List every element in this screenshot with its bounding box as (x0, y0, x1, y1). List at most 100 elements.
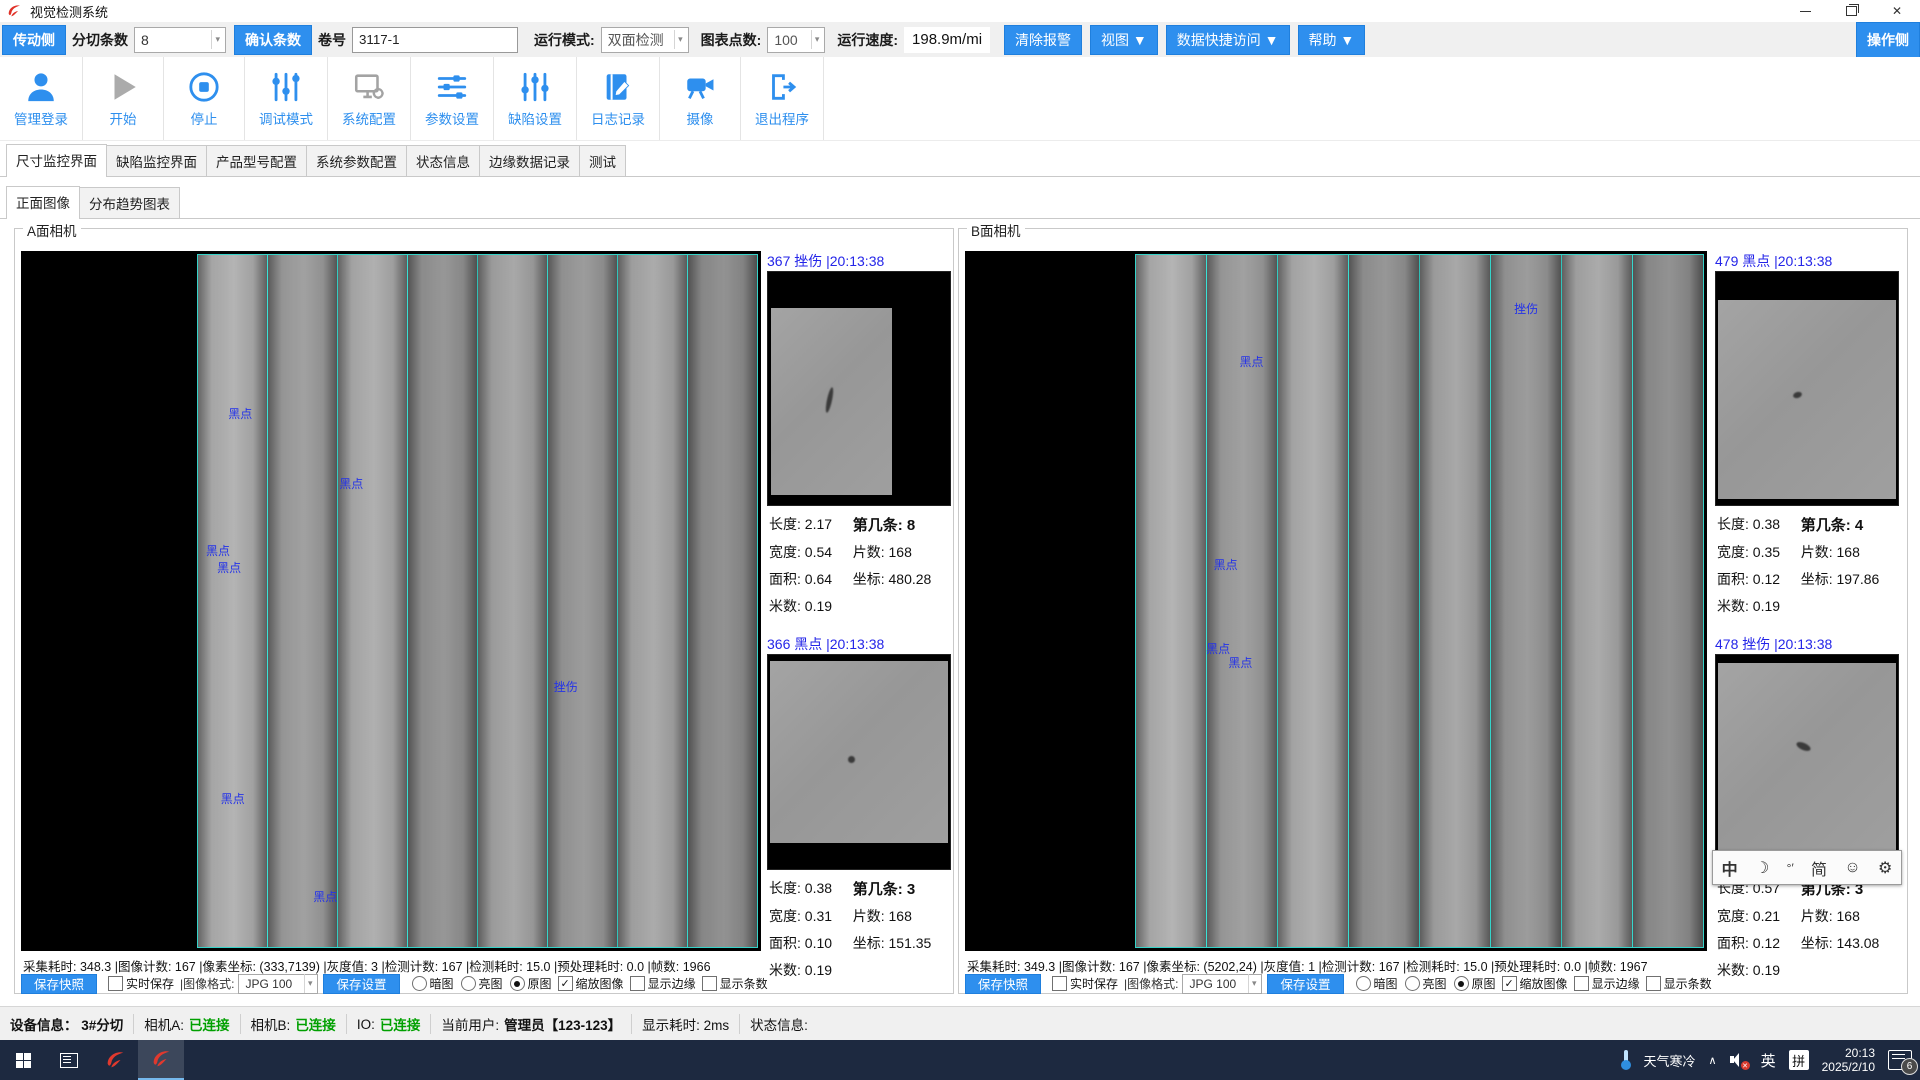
original-image-radio[interactable] (1454, 976, 1469, 991)
defect-settings-button[interactable]: 缺陷设置 (494, 57, 577, 140)
run-mode-dropdown[interactable]: 双面检测▾ (601, 27, 689, 53)
start-button[interactable] (0, 1040, 46, 1080)
weather-thermometer-icon[interactable] (1621, 1050, 1631, 1070)
debug-mode-button[interactable]: 调试模式 (245, 57, 328, 140)
roll-number-input[interactable] (352, 27, 518, 53)
maximize-button[interactable] (1828, 0, 1874, 22)
close-button[interactable]: ✕ (1874, 0, 1920, 22)
image-format-dropdown[interactable]: JPG 100▾ (238, 974, 318, 994)
stop-button[interactable]: 停止 (164, 57, 245, 140)
clear-alarm-button[interactable]: 清除报警 (1004, 25, 1082, 55)
realtime-save-checkbox[interactable] (1052, 976, 1067, 991)
defect-annotation: 黑点 (206, 542, 230, 559)
data-quick-access-button[interactable]: 数据快捷访问 ▼ (1166, 25, 1290, 55)
tab-defect-monitor[interactable]: 缺陷监控界面 (106, 145, 207, 176)
tab-product-model-config[interactable]: 产品型号配置 (206, 145, 307, 176)
sliders-horizontal-icon (435, 70, 469, 104)
moon-icon[interactable]: ☽ (1753, 858, 1771, 878)
width-label: 宽度: (769, 544, 801, 560)
minimize-button[interactable] (1782, 0, 1828, 22)
strip-value: 4 (1855, 517, 1863, 534)
area-value: 0.10 (805, 935, 832, 951)
slit-count-dropdown[interactable]: 8▾ (134, 27, 226, 53)
bright-image-label: 亮图 (1423, 975, 1447, 992)
tab-front-image[interactable]: 正面图像 (6, 186, 80, 219)
emoji-icon[interactable]: ☺ (1842, 859, 1862, 877)
tray-expand-chevron-icon[interactable]: ∧ (1709, 1054, 1717, 1067)
ime-settings-gear-icon[interactable]: ⚙ (1876, 858, 1894, 878)
width-value: 0.21 (1753, 908, 1780, 924)
operator-side-button[interactable]: 操作侧 (1856, 22, 1920, 58)
show-count-label: 显示条数 (1664, 975, 1712, 992)
tab-distribution-trend-chart[interactable]: 分布趋势图表 (79, 187, 180, 218)
system-config-button[interactable]: 系统配置 (328, 57, 411, 140)
zoom-image-checkbox[interactable]: ✓ (1502, 976, 1517, 991)
parameter-settings-button[interactable]: 参数设置 (411, 57, 494, 140)
log-record-button[interactable]: 日志记录 (577, 57, 660, 140)
dark-image-radio[interactable] (412, 976, 427, 991)
tab-test[interactable]: 测试 (579, 145, 626, 176)
admin-login-button[interactable]: 管理登录 (0, 57, 83, 140)
image-format-dropdown[interactable]: JPG 100▾ (1182, 974, 1262, 994)
dark-image-radio[interactable] (1356, 976, 1371, 991)
chevron-down-icon: ▾ (304, 974, 316, 993)
ime-mode-chinese[interactable]: 中 (1720, 856, 1740, 880)
defect-thumbnail[interactable] (1715, 271, 1899, 506)
camera-b-image[interactable]: 挫伤黑点黑点黑点黑点 (965, 251, 1707, 951)
defect-thumbnail[interactable] (767, 271, 951, 506)
annotation-layer: 挫伤黑点黑点黑点黑点 (965, 251, 1707, 951)
status-info-label: 状态信息: (750, 1014, 808, 1034)
zoom-image-checkbox[interactable]: ✓ (558, 976, 573, 991)
exit-program-button[interactable]: 退出程序 (741, 57, 824, 140)
show-count-checkbox[interactable] (702, 976, 717, 991)
confirm-count-button[interactable]: 确认条数 (234, 25, 312, 55)
defect-thumbnail[interactable] (1715, 654, 1899, 870)
taskbar-app-active[interactable] (138, 1040, 184, 1080)
stop-icon (187, 70, 221, 104)
defect-thumbnail[interactable] (767, 654, 951, 870)
ribbon-label: 缺陷设置 (508, 108, 562, 128)
camera-record-button[interactable]: 摄像 (660, 57, 741, 140)
bright-image-radio[interactable] (1405, 976, 1420, 991)
tab-size-monitor[interactable]: 尺寸监控界面 (6, 144, 107, 177)
ribbon-label: 停止 (191, 108, 218, 128)
tab-edge-data-record[interactable]: 边缘数据记录 (479, 145, 580, 176)
clock[interactable]: 20:13 2025/2/10 (1822, 1046, 1875, 1074)
start-button[interactable]: 开始 (83, 57, 164, 140)
save-settings-button[interactable]: 保存设置 (1267, 974, 1343, 994)
original-image-radio[interactable] (510, 976, 525, 991)
bright-image-radio[interactable] (461, 976, 476, 991)
simplified-chinese-icon[interactable]: 简 (1809, 856, 1829, 880)
help-menu-button[interactable]: 帮助 ▼ (1298, 25, 1366, 55)
volume-muted-icon[interactable]: ✕ (1730, 1052, 1748, 1068)
defect-header: 366 黑点 |20:13:38 (767, 634, 951, 652)
save-settings-button[interactable]: 保存设置 (323, 974, 399, 994)
notification-badge: 6 (1901, 1058, 1918, 1075)
save-snapshot-button[interactable]: 保存快照 (21, 974, 97, 994)
chart-points-dropdown[interactable]: 100▾ (767, 27, 825, 53)
camera-a-image[interactable]: 黑点黑点黑点黑点挫伤黑点黑点 (21, 251, 761, 951)
coord-label: 坐标: (853, 571, 885, 587)
punctuation-icon[interactable]: °′ (1785, 861, 1796, 875)
task-view-button[interactable] (46, 1040, 92, 1080)
notification-center-icon[interactable]: 6 (1888, 1050, 1912, 1070)
tab-status-info[interactable]: 状态信息 (406, 145, 480, 176)
show-edge-checkbox[interactable] (630, 976, 645, 991)
view-menu-button[interactable]: 视图 ▼ (1090, 25, 1158, 55)
show-count-checkbox[interactable] (1646, 976, 1661, 991)
language-indicator[interactable]: 英 (1761, 1050, 1776, 1071)
camera-a-label: 相机A: (144, 1014, 184, 1034)
area-label: 面积: (1717, 935, 1749, 951)
coord-label: 坐标: (853, 935, 885, 951)
realtime-save-checkbox[interactable] (108, 976, 123, 991)
save-snapshot-button[interactable]: 保存快照 (965, 974, 1041, 994)
weather-text[interactable]: 天气寒冷 (1644, 1051, 1696, 1070)
show-edge-checkbox[interactable] (1574, 976, 1589, 991)
camera-a-title: A面相机 (23, 220, 81, 240)
transmission-side-button[interactable]: 传动侧 (2, 25, 66, 55)
ime-indicator[interactable]: 拼 (1789, 1050, 1809, 1070)
pieces-value: 168 (889, 544, 912, 560)
taskbar-app-1[interactable] (92, 1040, 138, 1080)
io-status: 已连接 (380, 1014, 421, 1034)
tab-system-param-config[interactable]: 系统参数配置 (306, 145, 407, 176)
